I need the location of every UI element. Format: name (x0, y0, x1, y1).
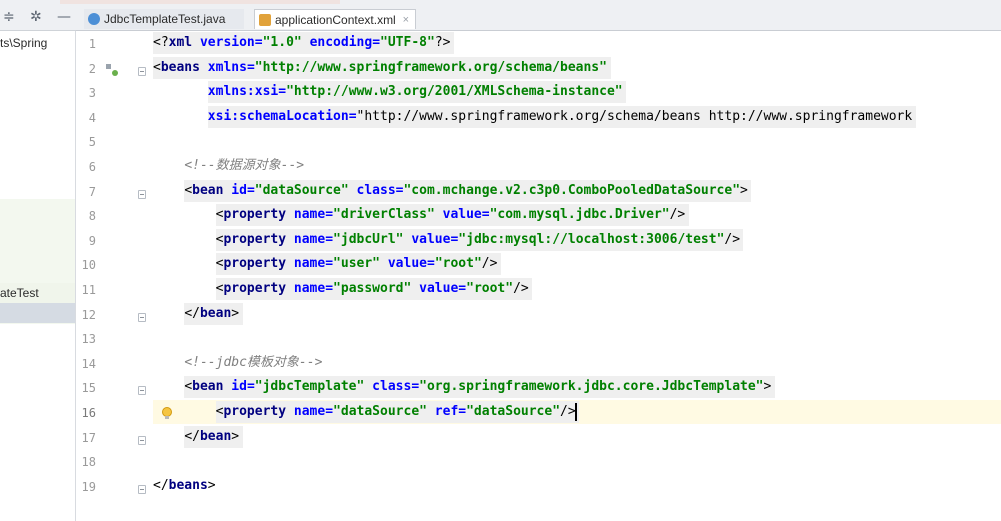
fold-marker-icon[interactable] (138, 66, 146, 76)
code-editor[interactable]: 1 2 3 4 5 6 7 8 9 10 11 12 13 14 15 16 17 18 19 <?xml vers… (76, 31, 1001, 521)
line-number: 6 (88, 160, 96, 174)
code-area[interactable]: <?xml version="1.0" encoding="UTF-8"?> <b… (153, 31, 1001, 521)
line-number: 13 (81, 332, 96, 347)
line-number: 4 (88, 110, 96, 125)
code-line[interactable]: xmlns:xsi="http://www.w3.org/2001/XMLSch… (153, 80, 623, 104)
code-line[interactable]: <bean id="dataSource" class="com.mchange… (153, 179, 748, 203)
line-number: 17 (81, 430, 96, 445)
intention-bulb-icon[interactable] (161, 407, 173, 421)
line-number: 2 (88, 61, 96, 76)
editor-gutter: 1 2 3 4 5 6 7 8 9 10 11 12 13 14 15 16 17 18 19 (76, 31, 146, 521)
tab-jdbctemplatetest-java[interactable]: JdbcTemplateTest.java (84, 9, 244, 29)
code-line[interactable]: <property name="dataSource" ref="dataSou… (153, 400, 576, 424)
tab-label: JdbcTemplateTest.java (104, 12, 226, 26)
code-line[interactable]: </bean> (153, 425, 239, 449)
code-line[interactable]: <?xml version="1.0" encoding="UTF-8"?> (153, 31, 450, 55)
fold-marker-icon[interactable] (138, 312, 146, 322)
code-line[interactable]: <property name="user" value="root"/> (153, 252, 498, 276)
code-line[interactable]: <property name="jdbcUrl" value="jdbc:mys… (153, 228, 740, 252)
gear-icon[interactable]: ✲ (30, 9, 42, 25)
xml-file-icon (259, 14, 271, 26)
code-line[interactable]: <!--数据源对象--> (153, 154, 304, 178)
minimize-icon[interactable]: — (57, 9, 71, 25)
code-line[interactable]: xsi:schemaLocation="http://www.springfra… (153, 105, 912, 129)
tab-label: applicationContext.xml (275, 13, 396, 27)
project-tool-strip: ≑ ✲ — (0, 7, 76, 31)
project-panel: ts\Spring ateTest (0, 31, 76, 521)
project-tree-selection[interactable] (0, 303, 75, 323)
editor-tab-bar: JdbcTemplateTest.java applicationContext… (76, 7, 1001, 31)
tab-applicationcontext-xml[interactable]: applicationContext.xml × (254, 9, 416, 29)
line-number: 18 (81, 455, 96, 470)
java-class-icon (88, 13, 100, 25)
code-line[interactable]: </beans> (153, 474, 216, 498)
text-caret (575, 403, 578, 421)
code-line[interactable]: <beans xmlns="http://www.springframework… (153, 56, 607, 80)
line-number: 9 (88, 233, 96, 248)
line-number: 15 (81, 381, 96, 396)
project-tree-path[interactable]: ts\Spring (0, 33, 75, 53)
code-line[interactable]: <bean id="jdbcTemplate" class="org.sprin… (153, 375, 771, 399)
fold-marker-icon[interactable] (138, 189, 146, 199)
line-number: 10 (81, 258, 96, 273)
code-line[interactable]: <property name="password" value="root"/> (153, 277, 529, 301)
project-tree-item[interactable]: ateTest (0, 283, 75, 303)
line-number: 7 (88, 184, 96, 199)
code-line[interactable]: <property name="driverClass" value="com.… (153, 203, 686, 227)
line-number: 8 (88, 209, 96, 224)
line-number: 5 (88, 135, 96, 150)
breadcrumb (60, 0, 340, 4)
code-line[interactable]: </bean> (153, 302, 239, 326)
line-number: 14 (81, 356, 96, 371)
line-number: 11 (81, 283, 96, 297)
line-number: 3 (88, 86, 96, 101)
fold-marker-icon[interactable] (138, 484, 146, 494)
spring-bean-icon[interactable] (106, 63, 118, 76)
code-line[interactable]: <!--jdbc模板对象--> (153, 351, 322, 375)
line-number: 16 (81, 406, 96, 420)
line-number: 12 (81, 307, 96, 322)
line-number: 19 (81, 479, 96, 494)
fold-marker-icon[interactable] (138, 386, 146, 396)
close-tab-icon[interactable]: × (403, 10, 409, 30)
line-number: 1 (88, 37, 96, 51)
title-bar-strip (0, 0, 1001, 7)
fold-marker-icon[interactable] (138, 435, 146, 445)
equalize-icon[interactable]: ≑ (3, 9, 15, 25)
